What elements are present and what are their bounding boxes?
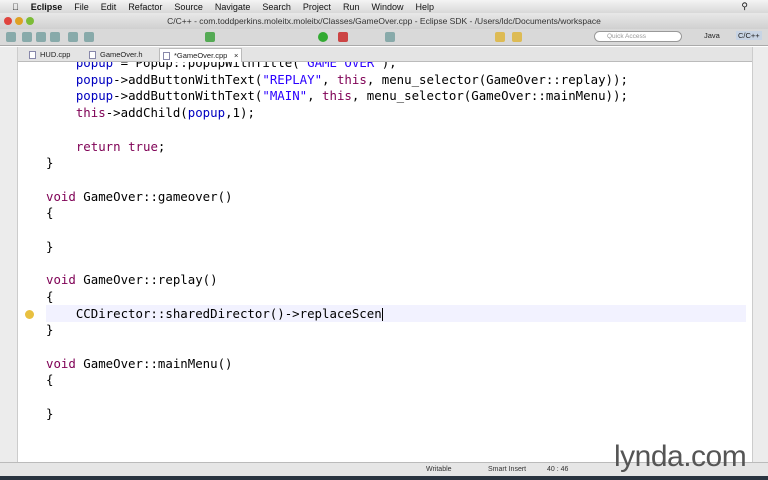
menu-help[interactable]: Help [415, 2, 434, 12]
menu-search[interactable]: Search [262, 2, 291, 12]
save-all-icon[interactable] [36, 32, 46, 42]
code-line[interactable]: CCDirector::sharedDirector()->replaceSce… [46, 304, 746, 322]
tab-gameover-cpp[interactable]: *GameOver.cpp × [159, 48, 243, 63]
menu-bar:  Eclipse File Edit Refactor Source Navi… [0, 0, 768, 13]
status-insert-mode: Smart Insert [488, 466, 527, 473]
search-icon[interactable] [385, 32, 395, 42]
menu-edit[interactable]: Edit [101, 2, 117, 12]
code-line[interactable]: popup = Popup::popupWithTitle("GAME OVER… [46, 62, 397, 71]
code-line[interactable]: { [46, 288, 53, 305]
code-line[interactable]: void GameOver::gameover() [46, 188, 233, 205]
code-line[interactable]: this->addChild(popup,1); [46, 104, 255, 121]
window-title: C/C++ - com.toddperkins.moleitx.moleitx/… [167, 16, 601, 26]
perspective-java[interactable]: Java [704, 31, 720, 40]
editor-ruler [18, 62, 30, 462]
external-tools-icon[interactable] [338, 32, 348, 42]
forward-icon[interactable] [512, 32, 522, 42]
menu-project[interactable]: Project [303, 2, 331, 12]
code-line[interactable]: { [46, 204, 53, 221]
window-titlebar: C/C++ - com.toddperkins.moleitx.moleitx/… [0, 13, 768, 29]
warning-marker-icon[interactable] [25, 310, 34, 319]
code-line[interactable]: return true; [46, 138, 166, 155]
lynda-watermark: lynda.com [614, 440, 747, 473]
menu-file[interactable]: File [74, 2, 89, 12]
code-line[interactable]: } [46, 154, 53, 171]
perspective-cpp[interactable]: C/C++ [736, 31, 762, 40]
save-icon[interactable] [22, 32, 32, 42]
code-line[interactable]: } [46, 238, 53, 255]
minimize-window-button[interactable] [15, 17, 23, 25]
quick-access-input[interactable]: Quick Access [594, 31, 682, 42]
editor-tabs: HUD.cpp GameOver.h *GameOver.cpp × [18, 47, 752, 62]
debug-icon[interactable] [205, 32, 215, 42]
bottom-bar [0, 476, 768, 480]
c-file-icon [29, 51, 36, 59]
run-icon[interactable] [318, 32, 328, 42]
menu-run[interactable]: Run [343, 2, 360, 12]
apple-icon[interactable]:  [12, 2, 19, 12]
code-line[interactable]: void GameOver::mainMenu() [46, 355, 233, 372]
zoom-window-button[interactable] [26, 17, 34, 25]
menu-window[interactable]: Window [371, 2, 403, 12]
build-icon[interactable] [68, 32, 78, 42]
tab-label: HUD.cpp [40, 50, 71, 59]
left-trim [0, 47, 18, 462]
code-line[interactable]: { [46, 371, 53, 388]
print-icon[interactable] [50, 32, 60, 42]
close-tab-icon[interactable]: × [234, 49, 238, 63]
tab-label: *GameOver.cpp [174, 51, 228, 60]
code-line[interactable]: void GameOver::replay() [46, 271, 218, 288]
code-line[interactable]: } [46, 321, 53, 338]
tab-label: GameOver.h [100, 50, 143, 59]
close-window-button[interactable] [4, 17, 12, 25]
tab-gameover-h[interactable]: GameOver.h [86, 48, 143, 62]
status-cursor-position: 40 : 46 [547, 466, 569, 473]
status-writable: Writable [426, 466, 452, 473]
menu-source[interactable]: Source [174, 2, 203, 12]
hammer-icon[interactable] [84, 32, 94, 42]
code-line[interactable]: popup->addButtonWithText("MAIN", this, m… [46, 87, 628, 104]
menu-refactor[interactable]: Refactor [128, 2, 162, 12]
new-icon[interactable] [6, 32, 16, 42]
right-trim [752, 47, 768, 462]
h-file-icon [89, 51, 96, 59]
code-line[interactable]: popup->addButtonWithText("REPLAY", this,… [46, 71, 628, 88]
back-icon[interactable] [495, 32, 505, 42]
code-editor[interactable]: popup = Popup::popupWithTitle("GAME OVER… [18, 62, 752, 462]
code-line[interactable]: } [46, 405, 53, 422]
menu-navigate[interactable]: Navigate [215, 2, 251, 12]
text-caret [381, 307, 383, 321]
c-file-icon [163, 52, 170, 60]
tab-hud-cpp[interactable]: HUD.cpp [26, 48, 70, 62]
spotlight-icon[interactable]: ⚲ [741, 1, 748, 12]
menu-app[interactable]: Eclipse [31, 2, 63, 12]
